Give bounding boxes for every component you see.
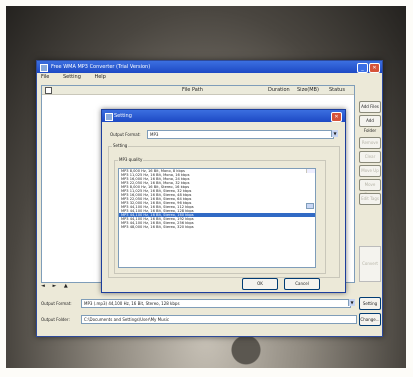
ok-button[interactable]: OK (242, 278, 278, 290)
output-format-field[interactable]: MP3 (.mp3) 44,100 Hz, 16 Bit, Stereo, 12… (81, 299, 351, 308)
dialog-format-label: Output Format: (110, 132, 141, 137)
list-nav-row: ◄ ► ▲ (41, 283, 74, 291)
minimize-icon[interactable]: _ (357, 63, 368, 73)
window-title: Free WMA MP3 Converter (Trial Version) (51, 64, 151, 70)
menu-help[interactable]: Help (94, 74, 105, 80)
output-format-dropdown-icon[interactable]: ▼ (348, 299, 355, 306)
close-icon[interactable]: ✕ (369, 63, 380, 73)
select-all-checkbox[interactable] (45, 87, 52, 94)
output-folder-field[interactable]: C:\Documents and Settings\User\My Music (81, 315, 357, 324)
main-titlebar: Free WMA MP3 Converter (Trial Version) _… (37, 61, 382, 73)
quality-group-label: MP3 quality (118, 157, 144, 162)
column-status[interactable]: Status (329, 87, 345, 93)
menu-setting[interactable]: Setting (63, 74, 81, 80)
menu-file[interactable]: File (41, 74, 49, 80)
listbox-scrollbar[interactable] (306, 169, 315, 209)
clear-button[interactable]: Clear (359, 151, 381, 163)
column-size[interactable]: Size(MB) (297, 87, 319, 93)
setting-group-label: Setting (112, 143, 129, 148)
dialog-format-select[interactable]: MP3 (147, 130, 334, 139)
dialog-format-dropdown-icon[interactable]: ▼ (331, 130, 338, 137)
nav-up-icon[interactable]: ▲ (64, 283, 68, 289)
move-up-button[interactable]: Move Up (359, 165, 381, 177)
scrollbar-thumb[interactable] (306, 203, 314, 209)
column-file-path[interactable]: File Path (182, 87, 203, 93)
dialog-titlebar: Setting ✕ (102, 110, 345, 122)
nav-right-icon[interactable]: ► (52, 283, 56, 289)
nav-left-icon[interactable]: ◄ (41, 283, 45, 289)
photo-background: Free WMA MP3 Converter (Trial Version) _… (6, 6, 406, 368)
cancel-button[interactable]: Cancel (284, 278, 320, 290)
edit-tags-button[interactable]: Edit Tags (359, 193, 381, 205)
menu-bar: File Setting Help (37, 73, 382, 81)
quality-option[interactable]: MP3 48,000 Hz, 16 Bit, Stereo, 320 kbps (119, 225, 315, 229)
move-down-button[interactable]: Move Down (359, 179, 381, 197)
output-format-label: Output Format: (41, 301, 72, 306)
quality-listbox[interactable]: MP3 8,000 Hz, 16 Bit, Mono, 8 kbps MP3 11… (118, 168, 316, 268)
dialog-close-icon[interactable]: ✕ (331, 112, 342, 122)
column-duration[interactable]: Duration (268, 87, 290, 93)
app-icon (40, 64, 48, 72)
add-folder-button[interactable]: Add Folder (359, 115, 381, 133)
dialog-title: Setting (114, 113, 132, 119)
setting-dialog: Setting ✕ Output Format: MP3 ▼ Setting M… (101, 109, 346, 293)
convert-button[interactable]: Convert (359, 246, 381, 282)
setting-button[interactable]: Setting (359, 297, 381, 310)
file-list-header: File Path Duration Size(MB) Status (42, 86, 354, 95)
dialog-app-icon (105, 113, 113, 121)
remove-button[interactable]: Remove (359, 137, 381, 149)
output-folder-label: Output Folder: (41, 317, 70, 322)
change-folder-button[interactable]: Change... (359, 313, 381, 326)
add-files-button[interactable]: Add Files (359, 101, 381, 113)
